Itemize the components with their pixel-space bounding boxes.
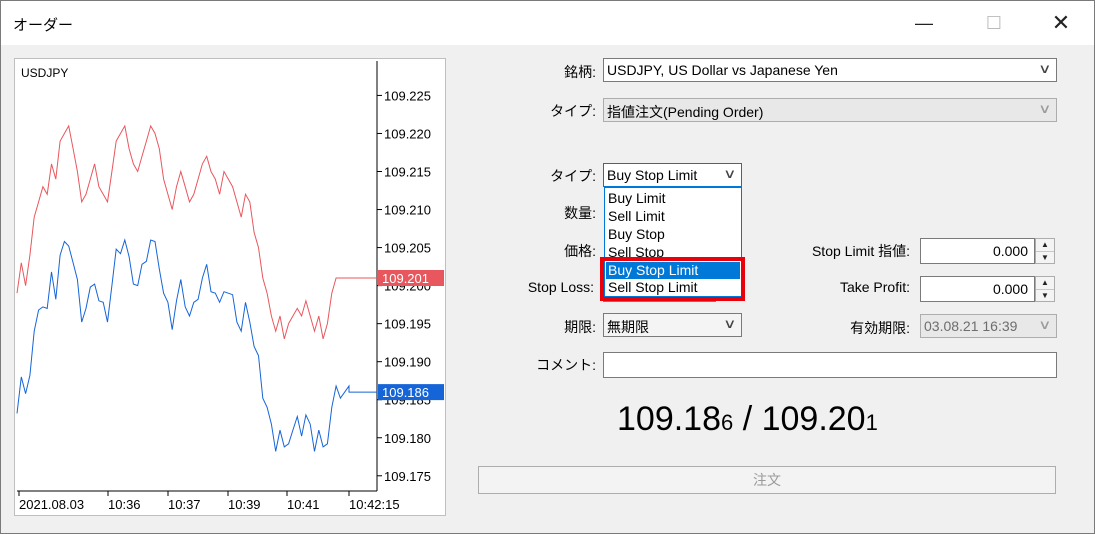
quote-separator: / bbox=[733, 400, 762, 438]
last-price-label-bid: 109.186 bbox=[382, 385, 429, 400]
close-button[interactable]: ✕ bbox=[1038, 7, 1084, 39]
highlight-annotation-box bbox=[600, 257, 745, 301]
y-tick-label: 109.195 bbox=[384, 317, 431, 332]
chevron-down-icon: ∨ bbox=[1038, 101, 1052, 116]
take-profit-spinner[interactable]: ▲ ▼ bbox=[1035, 276, 1055, 302]
chevron-down-icon: ∨ bbox=[723, 166, 737, 181]
expiry-date-picker: 03.08.21 16:39 ∨ bbox=[920, 314, 1057, 338]
y-tick-label: 109.175 bbox=[384, 469, 431, 484]
y-tick-label: 109.210 bbox=[384, 203, 431, 218]
x-tick-label: 10:36 bbox=[108, 497, 141, 512]
y-tick-label: 109.225 bbox=[384, 88, 431, 103]
price-quote: 109.186 / 109.201 bbox=[617, 400, 878, 439]
order-type-label: タイプ: bbox=[550, 168, 596, 184]
y-tick-label: 109.205 bbox=[384, 241, 431, 256]
y-tick-label: 109.190 bbox=[384, 355, 431, 370]
expiry-date-label: 有効期限: bbox=[850, 320, 910, 336]
chevron-down-icon: ∨ bbox=[1038, 317, 1052, 332]
x-tick-label: 10:37 bbox=[168, 497, 201, 512]
stop-limit-label: Stop Limit 指値: bbox=[811, 243, 910, 259]
expiry-date-value: 03.08.21 16:39 bbox=[924, 318, 1018, 334]
chevron-down-icon: ∨ bbox=[723, 316, 737, 331]
take-profit-input[interactable]: 0.000 bbox=[920, 276, 1035, 302]
y-tick-label: 109.220 bbox=[384, 126, 431, 141]
chart-canvas: 109.225 109.220 109.215 109.210 109.205 109.2… bbox=[16, 61, 444, 512]
x-tick-label: 2021.08.03 bbox=[19, 497, 84, 512]
x-tick-label: 10:42:15 bbox=[349, 497, 400, 512]
y-tick-label: 109.180 bbox=[384, 431, 431, 446]
type-label: タイプ: bbox=[550, 103, 596, 119]
minimize-button[interactable]: — bbox=[901, 7, 947, 39]
place-order-button[interactable]: 注文 bbox=[478, 466, 1056, 494]
title-bar: オーダー — ☐ ✕ bbox=[1, 1, 1094, 45]
order-kind-value: 指値注文(Pending Order) bbox=[607, 104, 764, 120]
take-profit-label: Take Profit: bbox=[839, 279, 910, 295]
series-line-ask bbox=[16, 124, 377, 340]
comment-input[interactable] bbox=[603, 352, 1057, 378]
stop-loss-label: Stop Loss: bbox=[527, 279, 594, 295]
y-tick-label: 109.215 bbox=[384, 165, 431, 180]
comment-label: コメント: bbox=[536, 357, 596, 373]
expiry-value: 無期限 bbox=[607, 319, 649, 335]
last-price-label-ask: 109.201 bbox=[382, 271, 429, 286]
bid-price-pip: 6 bbox=[721, 410, 734, 435]
window-title: オーダー bbox=[13, 17, 74, 34]
expiry-select[interactable]: 無期限 ∨ bbox=[603, 313, 742, 337]
order-type-select[interactable]: Buy Stop Limit ∨ bbox=[603, 163, 742, 187]
triangle-up-icon[interactable]: ▲ bbox=[1036, 277, 1054, 290]
chevron-down-icon: ∨ bbox=[1038, 61, 1052, 76]
bid-price-main: 109.18 bbox=[617, 400, 721, 438]
volume-label: 数量: bbox=[564, 205, 596, 221]
symbol-label: 銘柄: bbox=[564, 64, 596, 80]
symbol-select[interactable]: USDJPY, US Dollar vs Japanese Yen ∨ bbox=[603, 58, 1057, 82]
maximize-button[interactable]: ☐ bbox=[971, 7, 1017, 39]
order-kind-select[interactable]: 指値注文(Pending Order) ∨ bbox=[603, 98, 1057, 122]
dropdown-option-buy-stop[interactable]: Buy Stop bbox=[606, 226, 740, 243]
dropdown-option-sell-limit[interactable]: Sell Limit bbox=[606, 208, 740, 225]
ask-price-pip: 1 bbox=[865, 410, 878, 435]
triangle-down-icon[interactable]: ▼ bbox=[1036, 290, 1054, 302]
price-label: 価格: bbox=[564, 243, 596, 259]
x-tick-label: 10:39 bbox=[228, 497, 261, 512]
stop-limit-value: 0.000 bbox=[992, 243, 1028, 259]
order-type-value: Buy Stop Limit bbox=[607, 167, 698, 183]
symbol-value: USDJPY, US Dollar vs Japanese Yen bbox=[607, 62, 838, 78]
stop-limit-input[interactable]: 0.000 bbox=[920, 238, 1035, 264]
dropdown-option-buy-limit[interactable]: Buy Limit bbox=[606, 190, 740, 207]
triangle-up-icon[interactable]: ▲ bbox=[1036, 239, 1054, 252]
expiry-label: 期限: bbox=[564, 319, 596, 335]
tick-chart: USDJPY 109.225 109.220 109.215 109.210 109.2… bbox=[14, 58, 446, 516]
take-profit-value: 0.000 bbox=[992, 281, 1028, 297]
triangle-down-icon[interactable]: ▼ bbox=[1036, 252, 1054, 264]
ask-price-main: 109.20 bbox=[761, 400, 866, 438]
series-line-bid bbox=[16, 238, 377, 452]
stop-limit-spinner[interactable]: ▲ ▼ bbox=[1035, 238, 1055, 264]
x-tick-label: 10:41 bbox=[287, 497, 320, 512]
